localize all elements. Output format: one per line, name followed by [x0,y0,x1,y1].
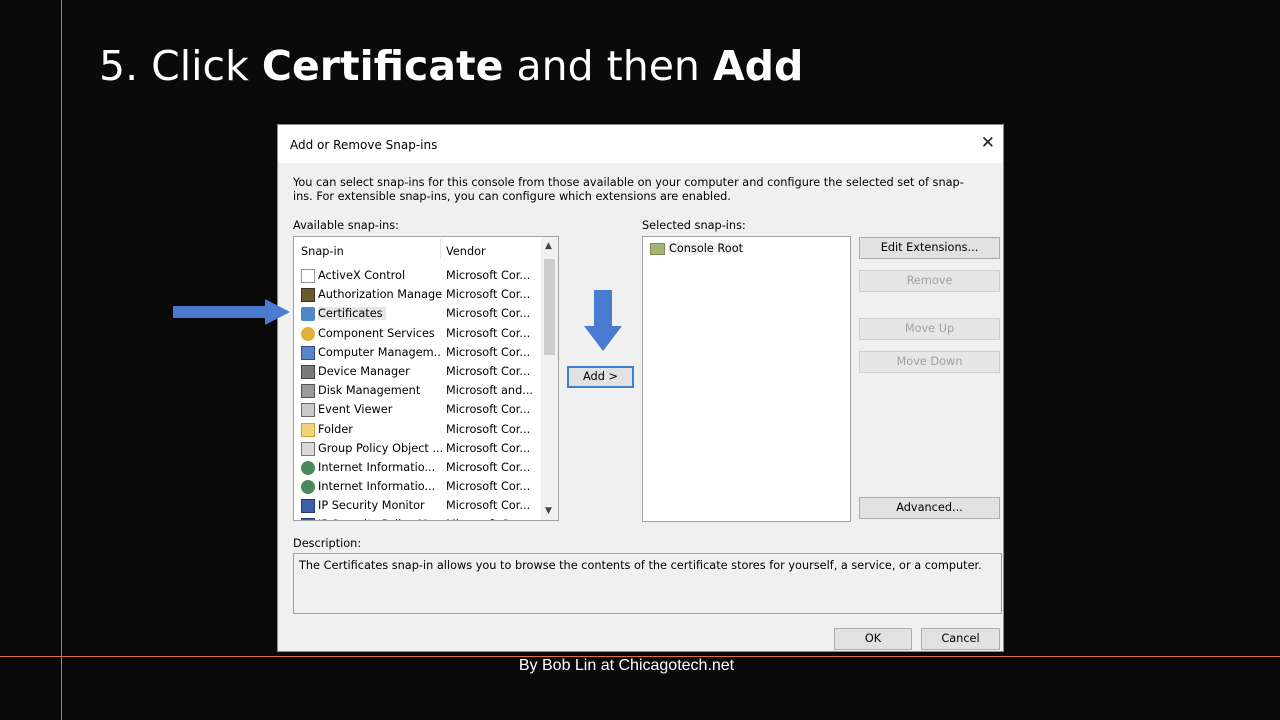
snapin-vendor: Microsoft Cor... [446,288,531,302]
ok-button[interactable]: OK [834,628,912,650]
snapin-vendor: Microsoft Cor... [446,480,531,494]
snapin-vendor: Microsoft Cor... [446,460,531,474]
dialog-title: Add or Remove Snap-ins [290,138,438,152]
ip-security-icon [301,499,315,514]
component-services-icon [301,326,315,341]
snapin-name: Event Viewer [318,403,393,417]
folder-icon [650,243,665,255]
snapin-row[interactable]: Device Manager Microsoft Cor... [294,363,540,382]
snapin-row[interactable]: Folder Microsoft Cor... [294,421,540,440]
scroll-thumb[interactable] [544,259,555,355]
snapin-name: Group Policy Object ... [318,441,442,455]
snapin-vendor: Microsoft Cor... [446,403,531,417]
slide-vertical-rule [61,0,62,720]
remove-button[interactable]: Remove [859,270,1000,292]
move-down-button[interactable]: Move Down [859,351,1000,373]
snapin-vendor: Microsoft Cor... [446,364,531,378]
column-header-vendor[interactable]: Vendor [446,245,486,258]
folder-icon [301,422,315,437]
group-policy-icon [301,441,315,456]
snapin-name: Internet Informatio... [318,460,436,474]
snapin-vendor: Microsoft Cor... [446,307,531,321]
ip-security-policy-icon [301,518,315,520]
snapin-name: Certificates [318,307,386,321]
iis-icon [301,460,315,475]
snapin-name: IP Security Policy M... [318,518,442,520]
snapin-name: Device Manager [318,364,410,378]
arrow-shape [584,290,622,351]
snapin-name: Authorization Manager [318,288,442,302]
advanced-button[interactable]: Advanced... [859,497,1000,519]
device-manager-icon [301,364,315,379]
list-scrollbar[interactable]: ▲ ▼ [541,237,558,520]
snapin-row[interactable]: IP Security Policy M... Microsoft Cor... [294,516,540,520]
available-snapins-label: Available snap-ins: [293,219,399,232]
slide-footer: By Bob Lin at Chicagotech.net [518,657,735,674]
snapin-name: IP Security Monitor [318,499,425,513]
pointer-arrow-down-icon [584,290,622,351]
certificates-icon [301,307,315,322]
snapin-vendor: Microsoft and... [446,384,534,398]
selected-snapins-label: Selected snap-ins: [642,219,746,232]
available-snapins-list[interactable]: Snap-in Vendor ActiveX Control Microsoft … [293,236,559,521]
snapin-vendor: Microsoft Cor... [446,422,531,436]
snapin-name: Internet Informatio... [318,480,436,494]
snapin-row[interactable]: Internet Informatio... Microsoft Cor... [294,478,540,497]
dialog-intro-text: You can select snap-ins for this console… [293,176,964,203]
description-text: The Certificates snap-in allows you to b… [299,559,982,572]
iis-icon [301,480,315,495]
move-up-button[interactable]: Move Up [859,318,1000,340]
column-separator [440,239,441,259]
title-prefix: 5. Click [99,42,262,90]
snapin-name: Component Services [318,326,435,340]
list-header: Snap-in Vendor [294,237,540,261]
column-header-snapin[interactable]: Snap-in [301,245,344,258]
snapin-row[interactable]: ActiveX Control Microsoft Cor... [294,267,540,286]
snapin-vendor: Microsoft Cor... [446,345,531,359]
pointer-arrow-right-icon [173,299,290,325]
snapin-row[interactable]: Certificates Microsoft Cor... [294,305,540,324]
arrow-shape [173,299,290,325]
snapin-vendor: Microsoft Cor... [446,518,534,520]
snapin-row[interactable]: Authorization Manager Microsoft Cor... [294,286,540,305]
snapin-row[interactable]: Event Viewer Microsoft Cor... [294,401,540,420]
title-bold-add: Add [712,42,804,90]
snapin-vendor: Microsoft Cor... [446,441,531,455]
add-remove-snapins-dialog: Add or Remove Snap-ins ✕ You can select … [277,124,1004,652]
computer-management-icon [301,345,315,360]
scroll-down-icon[interactable]: ▼ [545,506,552,516]
authorization-manager-icon [301,288,315,303]
snapin-row[interactable]: Disk Management Microsoft and... [294,382,540,401]
snapin-vendor: Microsoft Cor... [446,326,531,340]
scroll-up-icon[interactable]: ▲ [545,241,552,251]
add-button[interactable]: Add > [567,366,634,388]
snapin-row[interactable]: Component Services Microsoft Cor... [294,325,540,344]
edit-extensions-button[interactable]: Edit Extensions... [859,237,1000,259]
cancel-button[interactable]: Cancel [921,628,1000,650]
snapin-row[interactable]: Group Policy Object ... Microsoft Cor... [294,440,540,459]
selected-snapins-list[interactable]: Console Root [642,236,851,522]
event-viewer-icon [301,403,315,418]
snapin-row[interactable]: Computer Managem... Microsoft Cor... [294,344,540,363]
selected-item-label: Console Root [668,242,745,255]
snapin-name: Folder [318,422,353,436]
snapin-vendor: Microsoft Cor... [446,269,531,282]
snapin-vendor: Microsoft Cor... [446,499,531,513]
title-bold-certificate: Certificate [261,42,504,90]
title-mid: and then [503,42,713,90]
slide-title: 5. Click Certificate and then Add [99,42,803,90]
snapin-rows: ActiveX Control Microsoft Cor... Authoriza… [294,267,540,520]
dialog-titlebar: Add or Remove Snap-ins ✕ [278,125,1003,163]
description-box: The Certificates snap-in allows you to b… [293,553,1002,614]
snapin-row[interactable]: Internet Informatio... Microsoft Cor... [294,459,540,478]
snapin-name: ActiveX Control [318,269,406,282]
description-label: Description: [293,537,362,550]
snapin-name: Disk Management [318,384,421,398]
disk-management-icon [301,384,315,399]
activex-icon [301,269,315,283]
snapin-row[interactable]: IP Security Monitor Microsoft Cor... [294,497,540,516]
close-icon[interactable]: ✕ [981,134,995,152]
snapin-name: Computer Managem... [318,345,442,359]
